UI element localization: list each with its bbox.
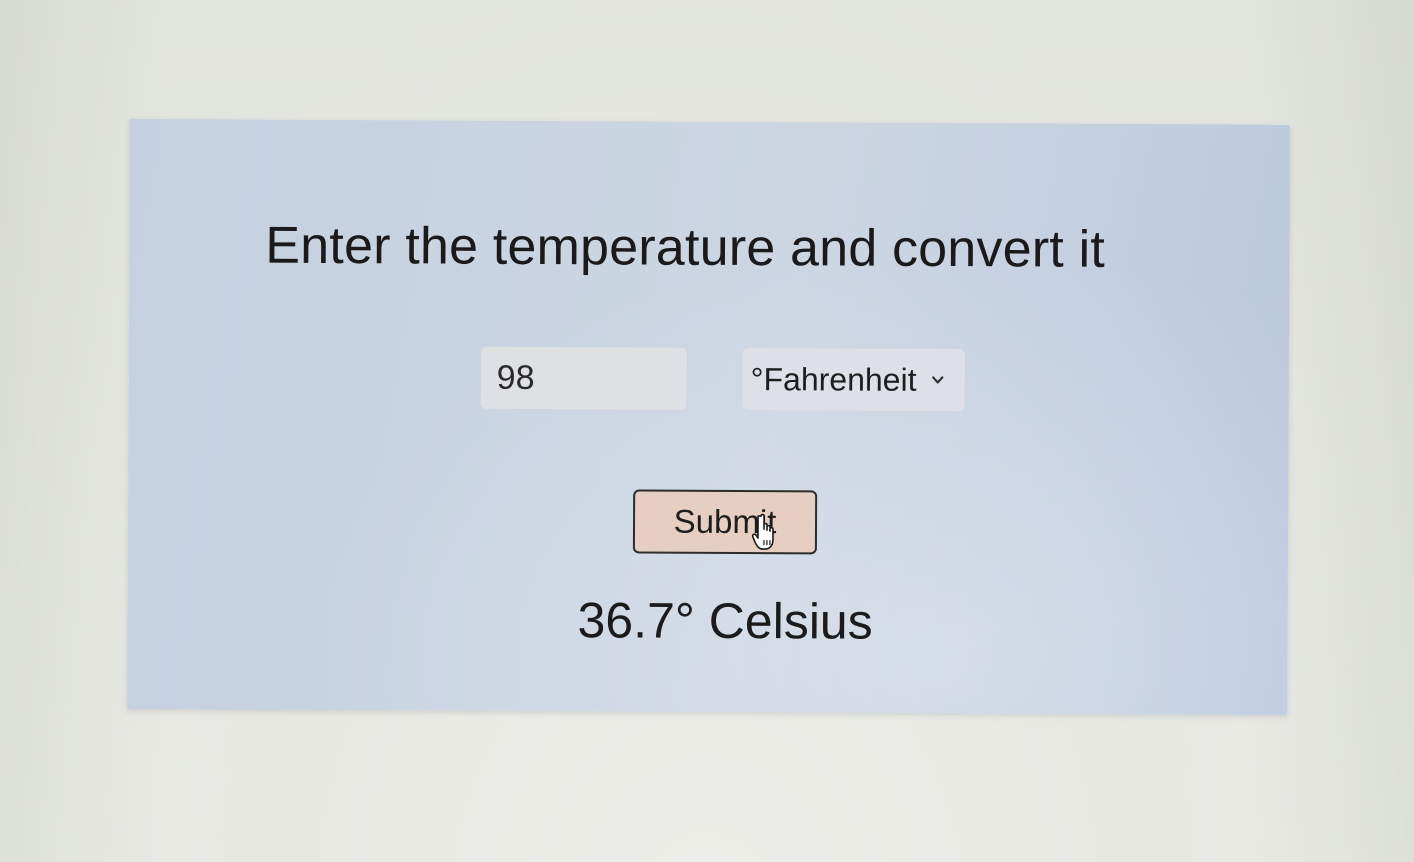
submit-button[interactable]: Submit — [632, 489, 818, 555]
page-title: Enter the temperature and convert it — [265, 216, 1106, 279]
unit-select[interactable]: °Fahrenheit — [742, 347, 965, 412]
chevron-down-icon — [930, 373, 944, 387]
unit-select-value: °Fahrenheit — [750, 360, 917, 398]
converter-panel: Enter the temperature and convert it °Fa… — [127, 119, 1290, 715]
hand-pointer-icon — [750, 512, 778, 552]
temperature-input[interactable] — [480, 346, 687, 410]
conversion-result: 36.7° Celsius — [577, 592, 873, 650]
